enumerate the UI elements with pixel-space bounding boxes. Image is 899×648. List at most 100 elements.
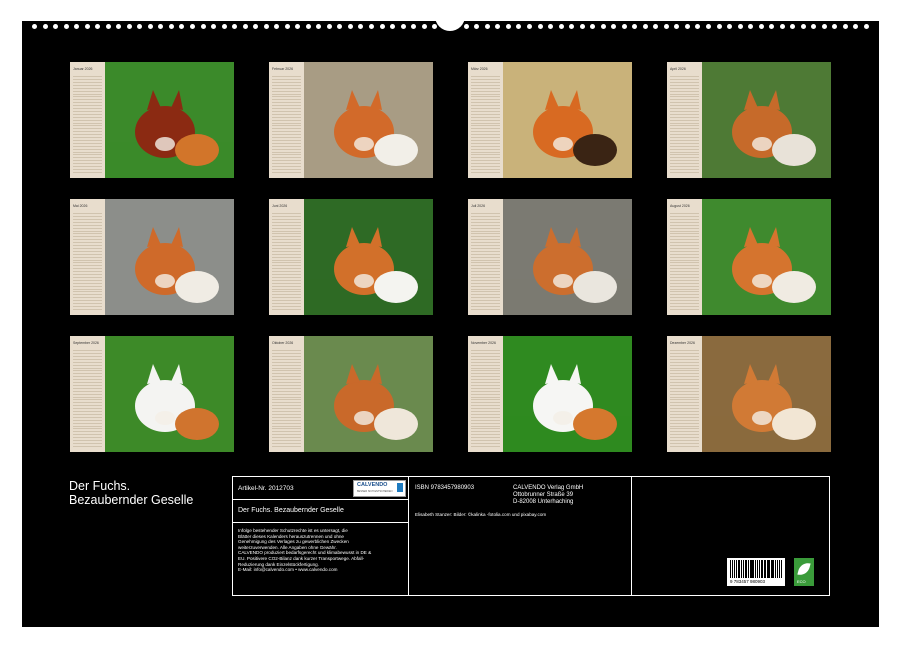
binding-hole — [643, 24, 648, 29]
binding-hole — [864, 24, 869, 29]
binding-hole — [169, 24, 174, 29]
month-planner: November 2026 — [468, 336, 503, 452]
binding-hole — [222, 24, 227, 29]
month-name: September 2026 — [73, 341, 99, 345]
binding-hole — [401, 24, 406, 29]
fox-photo — [105, 199, 234, 315]
binding-hole — [495, 24, 500, 29]
barcode-number: 9 783457 980903 — [730, 579, 765, 584]
binding-hole — [422, 24, 427, 29]
binding-hole — [832, 24, 837, 29]
binding-hole — [253, 24, 258, 29]
binding-hole — [127, 24, 132, 29]
month-name: April 2026 — [670, 67, 686, 71]
publisher-line: CALVENDO Verlag GmbH — [513, 485, 583, 492]
binding-hole — [74, 24, 79, 29]
binding-hole — [790, 24, 795, 29]
logo-subtext: BESSER SICH ENTSCHEIDEN — [357, 490, 392, 493]
fox-photo — [503, 62, 632, 178]
calendar-subtitle: Der Fuchs. Bezaubernder Geselle — [238, 507, 344, 514]
month-name: Oktober 2026 — [272, 341, 293, 345]
publisher-line: Ottobrunner Straße 39 — [513, 492, 583, 499]
month-planner: April 2026 — [667, 62, 702, 178]
month-name: Januar 2026 — [73, 67, 92, 71]
logo-text: CALVENDO — [357, 482, 387, 488]
binding-hole — [653, 24, 658, 29]
binding-hole — [590, 24, 595, 29]
binding-hole — [611, 24, 616, 29]
planner-lines — [670, 211, 699, 311]
eco-badge: ECO — [794, 558, 814, 586]
legal-line: EU. Positivere CO2-Bilanz dank kurzer Tr… — [238, 556, 371, 562]
binding-hole — [516, 24, 521, 29]
binding-hole — [106, 24, 111, 29]
month-tile: März 2026 — [468, 62, 632, 178]
binding-hole — [706, 24, 711, 29]
month-name: Mai 2026 — [73, 204, 87, 208]
leaf-icon — [797, 561, 810, 577]
binding-hole — [801, 24, 806, 29]
binding-hole — [569, 24, 574, 29]
logo-mark-icon — [397, 483, 403, 492]
binding-hole — [538, 24, 543, 29]
planner-lines — [272, 348, 301, 448]
binding-hole — [369, 24, 374, 29]
fox-photo — [304, 199, 433, 315]
subtitle-row: Der Fuchs. Bezaubernder Geselle — [233, 500, 408, 523]
planner-lines — [73, 211, 102, 311]
month-name: Juni 2026 — [272, 204, 287, 208]
binding-hole — [337, 24, 342, 29]
binding-hole — [95, 24, 100, 29]
month-planner: Juni 2026 — [269, 199, 304, 315]
binding-hole — [348, 24, 353, 29]
binding-hole — [358, 24, 363, 29]
isbn: ISBN 9783457980903 — [415, 485, 474, 491]
fox-photo — [105, 336, 234, 452]
binding-hole — [822, 24, 827, 29]
planner-lines — [471, 348, 500, 448]
binding-hole — [843, 24, 848, 29]
calendar-title: Der Fuchs. Bezaubernder Geselle — [69, 479, 193, 507]
binding-hole — [748, 24, 753, 29]
month-planner: Mai 2026 — [70, 199, 105, 315]
binding-hole — [137, 24, 142, 29]
binding-hole — [316, 24, 321, 29]
fox-photo — [702, 62, 831, 178]
binding-hole — [53, 24, 58, 29]
month-tile: Januar 2026 — [70, 62, 234, 178]
binding-hole — [674, 24, 679, 29]
month-planner: März 2026 — [468, 62, 503, 178]
binding-hole — [148, 24, 153, 29]
binding-hole — [411, 24, 416, 29]
binding-hole — [43, 24, 48, 29]
month-tile: November 2026 — [468, 336, 632, 452]
month-name: Februar 2026 — [272, 67, 293, 71]
binding-hole — [179, 24, 184, 29]
binding-hole — [622, 24, 627, 29]
month-planner: Januar 2026 — [70, 62, 105, 178]
fox-photo — [105, 62, 234, 178]
binding-hole — [559, 24, 564, 29]
binding-hole — [32, 24, 37, 29]
binding-hole — [232, 24, 237, 29]
month-tile: Februar 2026 — [269, 62, 433, 178]
month-name: Juli 2026 — [471, 204, 485, 208]
planner-lines — [471, 74, 500, 174]
binding-hole — [64, 24, 69, 29]
month-tile: Dezember 2026 — [667, 336, 831, 452]
month-name: Dezember 2026 — [670, 341, 695, 345]
binding-hole — [190, 24, 195, 29]
month-name: November 2026 — [471, 341, 496, 345]
fox-photo — [702, 336, 831, 452]
month-name: März 2026 — [471, 67, 488, 71]
binding-hole — [811, 24, 816, 29]
planner-lines — [272, 211, 301, 311]
imprint-column-left: Artikel-Nr. 2012703 CALVENDO BESSER SICH… — [233, 477, 409, 595]
binding-hole — [474, 24, 479, 29]
publisher-line: D-82008 Unterhaching — [513, 499, 583, 506]
binding-hole — [769, 24, 774, 29]
month-planner: August 2026 — [667, 199, 702, 315]
planner-lines — [73, 348, 102, 448]
binding-hole — [380, 24, 385, 29]
binding-hole — [685, 24, 690, 29]
